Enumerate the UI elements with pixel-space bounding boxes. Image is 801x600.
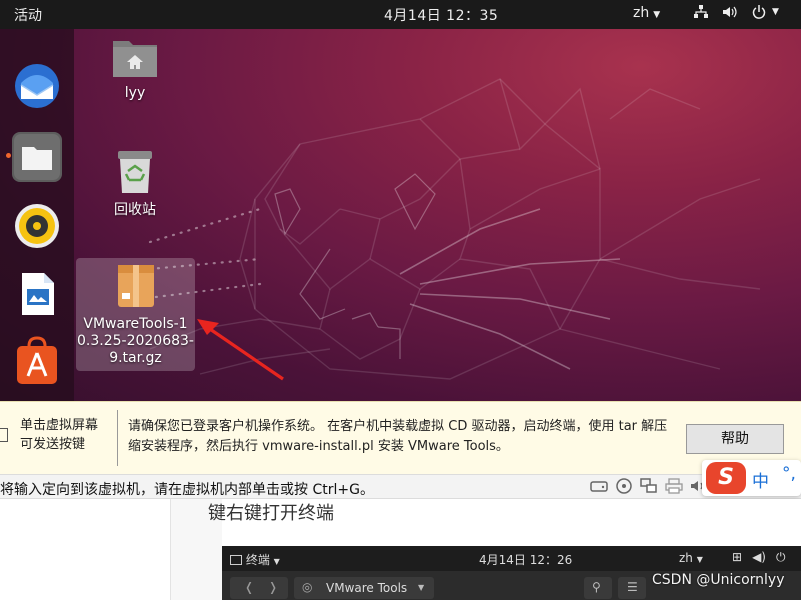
vmware-tools-hint-bar: 单击虚拟屏幕 可发送按键 请确保您已登录客户机操作系统。 在客户机中装载虚拟 C… (0, 401, 801, 474)
power-icon: ⏻ (775, 550, 786, 564)
power-icon (752, 5, 766, 19)
terminal-top-bar: 终端 ▼ 4月14日 12：26 zh ▼ ⊞ ◀) ⏻ (222, 546, 801, 571)
activities-button[interactable]: 活动 (14, 5, 42, 25)
libreoffice-writer-icon[interactable] (12, 269, 62, 319)
terminal-clock: 4月14日 12：26 (479, 553, 573, 567)
running-indicator (6, 153, 11, 158)
language-label: zh (633, 5, 650, 21)
vm-status-bar: 将输入定向到该虚拟机，请在虚拟机内部单击或按 Ctrl+G。 (0, 474, 801, 499)
device-tray (590, 478, 708, 494)
ime-mode-toggle[interactable]: 中 (752, 467, 769, 492)
divider (117, 410, 118, 466)
terminal-system-icons: ⊞ ◀) ⏻ (732, 550, 785, 565)
sogou-logo-icon[interactable]: S (706, 462, 746, 494)
clock[interactable]: 4月14日 12：35 (384, 5, 498, 25)
desktop[interactable]: lyy 回收站 VMwareTools-1 0.3.25-2020683- 9.… (0, 29, 801, 401)
desktop-icon-label: 回收站 (114, 202, 156, 218)
files-icon[interactable] (12, 132, 62, 182)
monitor-icon (0, 428, 8, 442)
path-label: VMware Tools (326, 581, 408, 595)
input-method-menu[interactable]: zh ▼ (633, 5, 660, 21)
system-menu[interactable]: ▼ (694, 4, 779, 20)
chevron-down-icon: ▼ (653, 10, 661, 20)
thunderbird-icon[interactable] (12, 61, 62, 111)
rhythmbox-icon[interactable] (12, 201, 62, 251)
help-button[interactable]: 帮助 (686, 424, 784, 454)
install-instructions: 请确保您已登录客户机操作系统。 在客户机中装载虚拟 CD 驱动器，启动终端，使用… (128, 419, 668, 454)
disc-icon: ◎ (302, 580, 313, 594)
desktop-icon-label: VMwareTools-1 0.3.25-2020683- 9.tar.gz (77, 316, 194, 366)
dock (0, 29, 74, 401)
network-icon (694, 5, 708, 18)
search-icon: ⚲ (592, 580, 601, 594)
terminal-app-menu[interactable]: 终端 ▼ (230, 551, 280, 568)
search-button[interactable]: ⚲ (584, 577, 612, 599)
volume-icon: ◀) (752, 550, 766, 564)
trash-icon (118, 151, 152, 193)
terminal-lang: zh ▼ (679, 551, 703, 565)
back-forward-buttons[interactable]: ❬ ❭ (230, 577, 288, 599)
watermark: CSDN @Unicornlyy (652, 572, 785, 588)
software-center-icon[interactable] (12, 336, 62, 386)
chevron-down-icon: ▼ (772, 7, 779, 17)
cdrom-icon[interactable] (615, 478, 633, 494)
back-icon[interactable]: ❬ (244, 580, 254, 594)
status-text: 将输入定向到该虚拟机，请在虚拟机内部单击或按 Ctrl+G。 (0, 482, 374, 498)
ime-punctuation-toggle[interactable]: °, (782, 464, 796, 484)
top-bar: 活动 4月14日 12：35 zh ▼ ▼ (0, 0, 801, 29)
archive-icon (117, 265, 154, 307)
desktop-icon-vmwaretools-archive[interactable]: VMwareTools-1 0.3.25-2020683- 9.tar.gz (76, 258, 195, 371)
volume-icon (723, 6, 737, 18)
forward-icon[interactable]: ❭ (268, 580, 278, 594)
terminal-icon (230, 555, 242, 565)
network-adapter-icon[interactable] (640, 478, 658, 494)
list-icon: ☰ (627, 580, 638, 594)
document-text: 键右键打开终端 (208, 503, 334, 524)
desktop-icon-label: lyy (124, 85, 146, 101)
click-hint: 单击虚拟屏幕 可发送按键 (20, 418, 99, 452)
chevron-down-icon: ▼ (418, 583, 425, 592)
network-icon: ⊞ (732, 550, 743, 564)
desktop-icon-home[interactable]: lyy (95, 35, 175, 103)
sogou-ime-toolbar[interactable]: S 中 °, (702, 460, 801, 496)
view-list-button[interactable]: ☰ (618, 577, 646, 599)
hdd-icon[interactable] (590, 478, 608, 494)
printer-icon[interactable] (665, 478, 683, 494)
chevron-down-icon: ▼ (273, 557, 280, 566)
desktop-icon-trash[interactable]: 回收站 (95, 149, 175, 219)
annotation-arrow (197, 319, 284, 381)
home-folder-icon (113, 41, 157, 77)
